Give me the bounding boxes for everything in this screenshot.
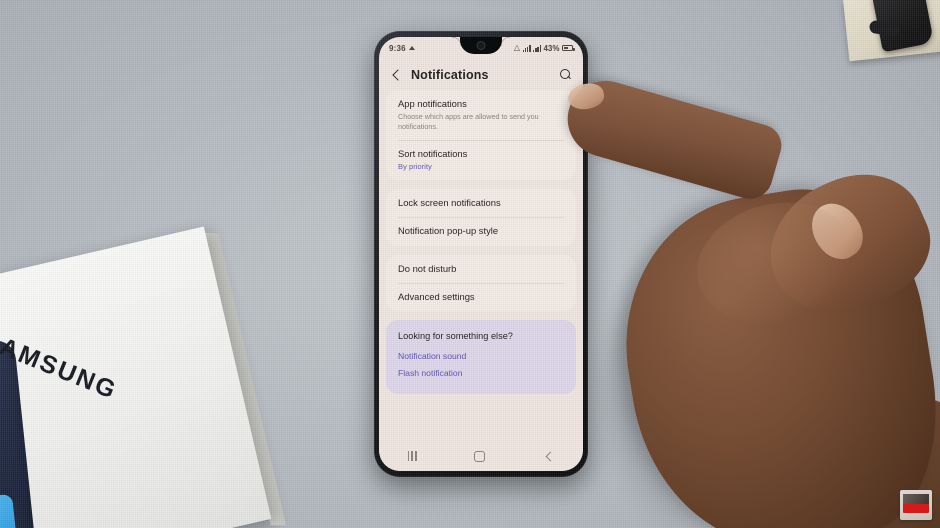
wooden-block [843,0,940,62]
link-flash-notification[interactable]: Flash notification [398,365,564,382]
desk-surface: SAMSUNG 9:36 △ 43% Notifications App not… [0,0,940,528]
black-clamp [871,0,935,53]
list-item[interactable]: Advanced settings [386,282,576,311]
box-edge [203,232,287,526]
looking-for-something-else-section: Looking for something else? Notification… [386,320,576,394]
video-watermark [900,490,932,520]
signal-bars-icon [522,45,531,52]
settings-list: App notifications Choose which apps are … [379,90,583,394]
app-bar: Notifications [379,59,583,90]
front-camera-icon [476,41,486,50]
list-item[interactable]: Sort notifications By priority [386,139,576,180]
samsung-retail-box: SAMSUNG [0,226,287,528]
alarm-icon [408,46,415,50]
samsung-phone: 9:36 △ 43% Notifications App notificatio… [374,31,588,477]
thumb [748,152,940,336]
search-icon[interactable] [559,69,572,82]
back-icon[interactable] [543,451,554,462]
list-item-title: Lock screen notifications [398,197,501,209]
user-hand [556,71,940,528]
settings-group-2: Lock screen notifications Notification p… [386,189,576,246]
list-item-subtitle: By priority [398,161,432,171]
recents-icon[interactable] [407,451,417,461]
list-item-title: Sort notifications [398,147,468,159]
status-bar-right: △ 43% [513,43,575,53]
battery-icon [562,45,575,51]
palm [604,172,940,528]
box-phone-screen-artwork [0,489,32,528]
list-item[interactable]: Lock screen notifications [386,189,576,217]
wifi-icon: △ [513,43,521,52]
phone-screen[interactable]: 9:36 △ 43% Notifications App notificatio… [379,37,583,471]
settings-group-3: Do not disturb Advanced settings [386,254,576,311]
watermark-bar [903,504,929,513]
samsung-logo: SAMSUNG [0,325,122,406]
link-notification-sound[interactable]: Notification sound [398,348,564,365]
list-item[interactable]: App notifications Choose which apps are … [386,90,576,140]
page-title: Notifications [411,68,489,82]
index-finger [558,71,787,205]
list-item-title: Advanced settings [398,290,475,302]
settings-group-1: App notifications Choose which apps are … [386,90,576,181]
battery-percent: 43% [543,43,560,53]
promo-title: Looking for something else? [398,331,513,341]
box-phone-artwork [0,338,42,528]
waterdrop-notch [452,37,510,54]
thumb-nail [801,194,873,268]
list-item[interactable]: Notification pop-up style [386,217,576,245]
signal-bars-icon-2 [533,45,541,52]
status-time: 9:36 [389,43,406,53]
home-icon[interactable] [474,450,486,462]
knuckle-highlight [684,186,868,340]
status-bar-left: 9:36 [389,44,415,53]
list-item-title: Notification pop-up style [398,225,499,237]
box-front-face: SAMSUNG [0,226,272,528]
hand-shadow [608,216,938,528]
index-finger-nail [565,80,607,113]
list-item[interactable]: Do not disturb [386,255,576,283]
list-item-title: App notifications [398,98,467,109]
list-item-title: Do not disturb [398,262,457,274]
back-chevron-icon[interactable] [389,69,402,82]
navigation-bar [379,441,583,471]
list-item-subtitle: Choose which apps are allowed to send yo… [398,112,539,131]
